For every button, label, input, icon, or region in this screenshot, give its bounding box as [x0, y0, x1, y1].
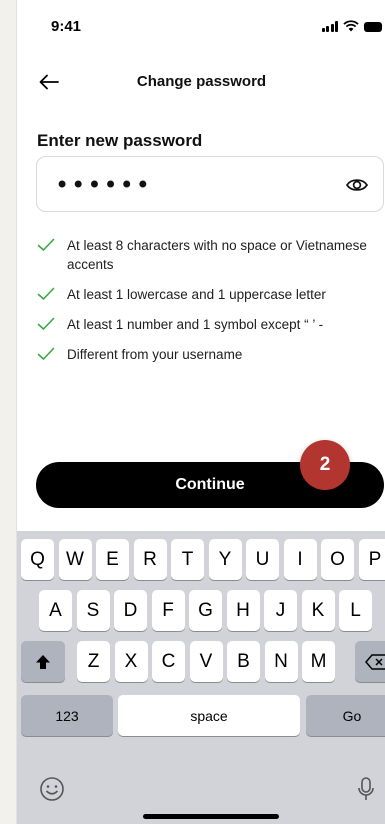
signal-icon: [321, 21, 338, 32]
key-i[interactable]: I: [283, 539, 317, 580]
status-icons: [321, 20, 382, 32]
key-v[interactable]: V: [189, 641, 223, 682]
password-label: Enter new password: [37, 131, 203, 150]
key-n[interactable]: N: [264, 641, 298, 682]
shift-key[interactable]: [21, 641, 65, 682]
home-indicator: [143, 814, 279, 819]
rule-item: At least 8 characters with no space or V…: [37, 236, 382, 274]
microphone-icon[interactable]: [357, 776, 375, 802]
key-x[interactable]: X: [114, 641, 148, 682]
check-icon: [37, 287, 55, 300]
key-j[interactable]: J: [264, 590, 297, 631]
backspace-key[interactable]: [355, 641, 385, 682]
rule-text: At least 8 characters with no space or V…: [67, 238, 367, 272]
page-title: Change password: [136, 73, 267, 90]
rule-item: At least 1 lowercase and 1 uppercase let…: [37, 285, 382, 304]
wifi-icon: [343, 20, 359, 32]
status-time: 9:41: [51, 18, 82, 35]
battery-icon: [364, 22, 382, 32]
key-g[interactable]: G: [189, 590, 222, 631]
password-field[interactable]: ••••••: [36, 156, 384, 212]
key-d[interactable]: D: [114, 590, 147, 631]
phone-screen: 9:41 Change password Enter new password …: [16, 0, 385, 824]
password-rules-list: At least 8 characters with no space or V…: [37, 236, 382, 375]
key-c[interactable]: C: [152, 641, 185, 682]
key-a[interactable]: A: [39, 590, 72, 631]
space-key[interactable]: space: [118, 695, 300, 736]
eye-icon[interactable]: [345, 175, 369, 195]
step-badge: 2: [300, 440, 350, 490]
password-input-value[interactable]: ••••••: [55, 171, 152, 199]
keyboard: QWERTYUIOP ASDFGHJKL ZXCVBNM 123 space G…: [17, 531, 385, 824]
check-icon: [37, 347, 55, 360]
header: Change password: [17, 64, 385, 98]
go-key[interactable]: Go: [306, 695, 385, 736]
key-p[interactable]: P: [358, 539, 385, 580]
key-m[interactable]: M: [302, 641, 335, 682]
status-bar: 9:41: [17, 0, 385, 52]
key-w[interactable]: W: [58, 539, 92, 580]
key-y[interactable]: Y: [208, 539, 242, 580]
key-z[interactable]: Z: [77, 641, 110, 682]
rule-text: At least 1 number and 1 symbol except “ …: [67, 317, 324, 332]
key-h[interactable]: H: [226, 590, 260, 631]
shift-icon: [36, 654, 50, 669]
rule-text: At least 1 lowercase and 1 uppercase let…: [67, 287, 326, 302]
numbers-key[interactable]: 123: [21, 695, 113, 736]
key-u[interactable]: U: [246, 539, 279, 580]
check-icon: [37, 238, 55, 251]
rule-item: Different from your username: [37, 345, 382, 364]
emoji-icon[interactable]: [39, 776, 65, 802]
key-q[interactable]: Q: [21, 539, 54, 580]
key-f[interactable]: F: [151, 590, 185, 631]
key-b[interactable]: B: [227, 641, 260, 682]
rule-text: Different from your username: [67, 347, 243, 362]
key-s[interactable]: S: [76, 590, 110, 631]
key-t[interactable]: T: [171, 539, 204, 580]
key-o[interactable]: O: [321, 539, 354, 580]
check-icon: [37, 317, 55, 330]
key-r[interactable]: R: [133, 539, 167, 580]
backspace-icon: [365, 653, 385, 670]
rule-item: At least 1 number and 1 symbol except “ …: [37, 315, 382, 334]
key-k[interactable]: K: [301, 590, 335, 631]
key-e[interactable]: E: [96, 539, 129, 580]
key-l[interactable]: L: [339, 590, 372, 631]
